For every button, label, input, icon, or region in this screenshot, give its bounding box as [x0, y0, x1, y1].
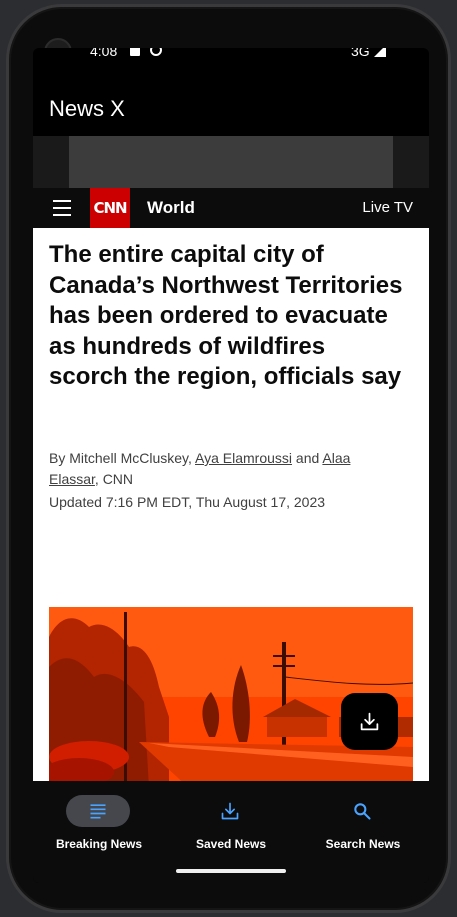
sync-icon: [150, 48, 162, 56]
nav-search-news[interactable]: Search News: [297, 781, 429, 861]
nav-breaking-news[interactable]: Breaking News: [33, 781, 165, 861]
download-icon: [221, 802, 239, 820]
download-icon: [360, 712, 379, 731]
byline-and: and: [292, 450, 323, 466]
live-tv-link[interactable]: Live TV: [362, 199, 413, 216]
status-time: 4:08: [90, 48, 118, 59]
search-icon: [354, 803, 371, 820]
bottom-navigation: Breaking News Saved News Search News: [33, 781, 429, 883]
hamburger-menu-icon[interactable]: [53, 200, 71, 216]
network-type: 3G: [351, 48, 370, 59]
sd-card-icon: [130, 48, 140, 56]
byline-prefix: By Mitchell McCluskey,: [49, 450, 195, 466]
list-icon: [90, 804, 106, 819]
nav-saved-news[interactable]: Saved News: [165, 781, 297, 861]
nav-label-search-news: Search News: [325, 837, 401, 851]
author-link-aya[interactable]: Aya Elamroussi: [195, 450, 292, 466]
cnn-logo[interactable]: CNN: [90, 188, 130, 228]
nav-label-saved-news: Saved News: [195, 837, 267, 851]
ad-banner: [33, 136, 429, 188]
article-headline: The entire capital city of Canada’s Nort…: [49, 241, 403, 390]
home-indicator[interactable]: [176, 869, 286, 873]
byline-suffix: , CNN: [94, 471, 134, 487]
site-header: CNN World Live TV: [33, 188, 429, 228]
nav-active-indicator: [66, 795, 130, 827]
ad-placeholder[interactable]: [69, 136, 393, 188]
nav-label-breaking-news: Breaking News: [55, 837, 143, 851]
article-timestamp: Updated 7:16 PM EDT, Thu August 17, 2023: [49, 494, 326, 510]
app-title: News X: [49, 96, 125, 121]
status-bar: 4:08 3G: [33, 48, 429, 76]
download-fab[interactable]: [341, 693, 398, 750]
signal-icon: [374, 48, 386, 57]
section-title[interactable]: World: [147, 198, 195, 218]
app-bar: News X: [33, 76, 429, 136]
screen: 4:08 3G News X CNN World Live TV The ent…: [33, 48, 429, 883]
article-byline: By Mitchell McCluskey, Aya Elamroussi an…: [49, 448, 399, 490]
